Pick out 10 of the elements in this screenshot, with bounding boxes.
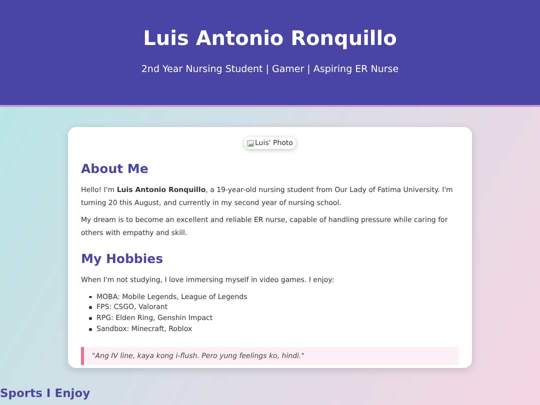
- section-heading: My Hobbies: [81, 251, 164, 266]
- section-heading: About Me: [81, 161, 150, 176]
- bullet-icon: [89, 317, 92, 320]
- bullet-icon: [89, 306, 92, 309]
- bullet-icon: [89, 296, 92, 298]
- page-title: Luis Antonio Ronquillo: [143, 26, 397, 50]
- bullet-icon: [89, 328, 92, 331]
- page-subtitle: 2nd Year Nursing Student | Gamer | Aspiring ER Nurse: [141, 64, 399, 75]
- broken-image-icon: [247, 140, 254, 146]
- section-heading: Sports I Enjoy: [0, 386, 92, 400]
